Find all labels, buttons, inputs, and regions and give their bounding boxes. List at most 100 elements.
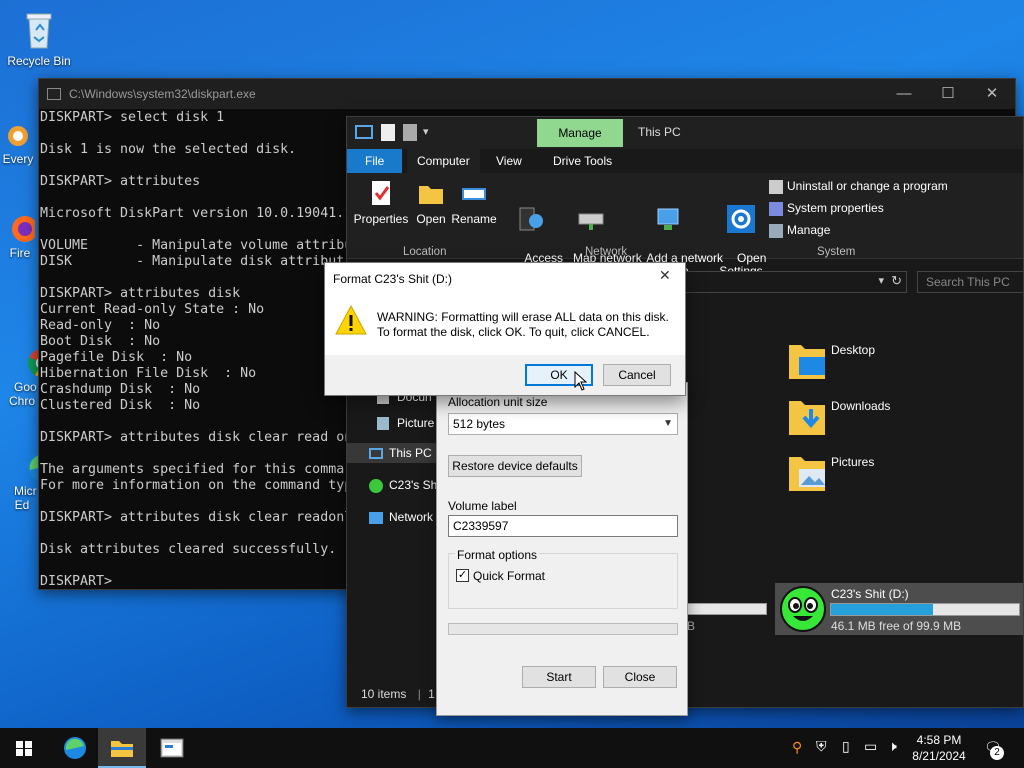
taskbar-file-explorer[interactable]: [98, 728, 146, 768]
system-properties-button[interactable]: System properties: [769, 201, 884, 216]
volume-muted-icon[interactable]: 🕨: [888, 738, 897, 755]
cancel-button[interactable]: Cancel: [603, 364, 671, 386]
tab-view[interactable]: View: [486, 149, 532, 173]
drive-name: C23's Shit (D:): [831, 587, 909, 601]
rename-label: Rename: [451, 212, 497, 226]
manage-button[interactable]: Manage: [769, 223, 830, 238]
console-title-text: C:\Windows\system32\diskpart.exe: [69, 87, 256, 101]
properties-qat-icon[interactable]: [381, 124, 395, 141]
desktop-icon-label: Recycle Bin: [7, 54, 71, 68]
start-button[interactable]: Start: [522, 666, 596, 688]
qat-dropdown-icon[interactable]: ▾: [423, 125, 429, 138]
address-dropdown-icon[interactable]: ▾: [878, 274, 884, 287]
search-icon[interactable]: ⚲: [792, 739, 802, 756]
format-options-group: Format options ✓ Quick Format: [448, 548, 678, 609]
console-titlebar[interactable]: C:\Windows\system32\diskpart.exe — ☐ ✕: [39, 79, 1015, 109]
quick-format-checkbox[interactable]: ✓: [456, 569, 469, 582]
partial-drive-text: B: [687, 619, 696, 633]
chrome-icon: [7, 334, 42, 377]
search-input[interactable]: Search This PC: [917, 271, 1023, 293]
uninstall-program-button[interactable]: Uninstall or change a program: [769, 179, 948, 194]
console-app-icon: [47, 88, 61, 100]
volume-label-input[interactable]: C2339597: [448, 515, 678, 537]
network-status-icon[interactable]: ▭: [864, 738, 877, 755]
maximize-button[interactable]: ☐: [925, 79, 971, 109]
nav-label: C23's Sh: [389, 478, 438, 492]
close-dialog-button[interactable]: Close: [603, 666, 677, 688]
notification-count-badge: 2: [990, 746, 1004, 760]
network-location-icon: [654, 205, 682, 233]
manage-context-tab[interactable]: Manage: [537, 119, 623, 147]
properties-icon: [367, 179, 395, 207]
gear-icon: [727, 205, 755, 233]
desktop-icon-label: Fire: [9, 246, 31, 260]
manage-label: Manage: [787, 223, 831, 237]
rename-icon: [460, 179, 488, 207]
windows-logo-icon: [16, 741, 32, 756]
nav-label: This PC: [389, 446, 432, 460]
nav-label: Network: [389, 510, 434, 524]
rename-button[interactable]: Rename: [451, 179, 497, 226]
group-system-label: System: [817, 246, 856, 258]
format-progress-bar: [448, 623, 678, 635]
format-warning-dialog[interactable]: Format C23's Shit (D:) ✕ WARNING: Format…: [324, 262, 686, 396]
properties-button[interactable]: Properties: [353, 179, 409, 226]
pictures-folder-icon: [789, 457, 825, 491]
edge-icon: [64, 737, 86, 759]
tab-file[interactable]: File: [347, 149, 403, 173]
downloads-folder-icon: [789, 401, 825, 435]
firefox-icon: [5, 214, 38, 244]
usb-device-icon[interactable]: ▯: [842, 738, 850, 755]
restore-defaults-button[interactable]: Restore device defaults: [448, 455, 582, 477]
desktop-icon-chrome[interactable]: Goo Chro: [2, 306, 42, 408]
address-bar[interactable]: ▾ ↻: [677, 271, 907, 293]
this-pc-icon: [369, 448, 383, 460]
drive-d-tile[interactable]: C23's Shit (D:) 46.1 MB free of 99.9 MB: [775, 583, 1023, 635]
folder-label: Pictures: [831, 455, 875, 469]
allocation-size-select[interactable]: 512 bytes ▼: [448, 413, 678, 435]
folder-open-icon: [417, 179, 445, 207]
tab-drive-tools[interactable]: Drive Tools: [543, 149, 622, 173]
nav-item-pictures[interactable]: Picture: [377, 413, 434, 433]
diskpart-icon: [160, 738, 184, 758]
desktop-icon-recycle-bin[interactable]: Recycle Bin: [4, 8, 74, 68]
clock-date[interactable]: 8/21/2024: [910, 749, 968, 763]
mouse-cursor-icon: [574, 371, 588, 391]
clock-time[interactable]: 4:58 PM: [914, 733, 964, 747]
allocation-size-value: 512 bytes: [453, 417, 506, 431]
desktop-icon-everything[interactable]: Every: [0, 122, 38, 166]
item-count: 10 items: [361, 687, 407, 701]
minimize-button[interactable]: —: [881, 79, 927, 109]
close-button[interactable]: ✕: [969, 79, 1015, 109]
desktop-icon-firefox[interactable]: Fire: [2, 214, 38, 260]
recycle-bin-icon: [17, 8, 61, 52]
tab-computer[interactable]: Computer: [407, 149, 480, 173]
allocation-size-label: Allocation unit size: [448, 395, 548, 409]
media-icon: [516, 205, 544, 233]
explorer-title: This PC: [638, 125, 681, 139]
open-button[interactable]: Open: [411, 179, 451, 226]
nav-item-network[interactable]: Network: [369, 507, 433, 527]
security-shield-icon[interactable]: ⛨: [816, 738, 827, 755]
start-button[interactable]: [0, 728, 48, 768]
warning-content-area: Format C23's Shit (D:) ✕ WARNING: Format…: [325, 263, 685, 355]
taskbar-edge[interactable]: [50, 728, 98, 768]
computer-icon: [355, 125, 373, 139]
drive-free-space: 46.1 MB free of 99.9 MB: [831, 619, 962, 633]
volume-label-caption: Volume label: [448, 499, 517, 513]
taskbar: ⚲ ⛨ ▯ ▭ 🕨 4:58 PM 8/21/2024 🗨 2: [0, 728, 1024, 768]
refresh-icon[interactable]: ↻: [891, 273, 902, 289]
desktop-icon-label: Every: [2, 152, 34, 166]
desktop-icon-label: Micr Ed: [14, 484, 37, 512]
nav-item-drive[interactable]: C23's Sh: [369, 475, 437, 495]
format-dialog[interactable]: Allocation unit size 512 bytes ▼ Restore…: [436, 382, 688, 716]
drive-usage-bar: [830, 603, 1020, 616]
quick-format-label: Quick Format: [473, 569, 546, 583]
close-icon[interactable]: ✕: [659, 267, 671, 284]
drive-usage-fill: [831, 604, 933, 615]
nav-item-this-pc[interactable]: This PC: [347, 443, 437, 463]
new-folder-qat-icon[interactable]: [403, 124, 417, 141]
taskbar-diskpart[interactable]: [148, 728, 196, 768]
desktop-icon-edge[interactable]: Micr Ed: [2, 410, 42, 512]
network-icon: [369, 511, 383, 524]
